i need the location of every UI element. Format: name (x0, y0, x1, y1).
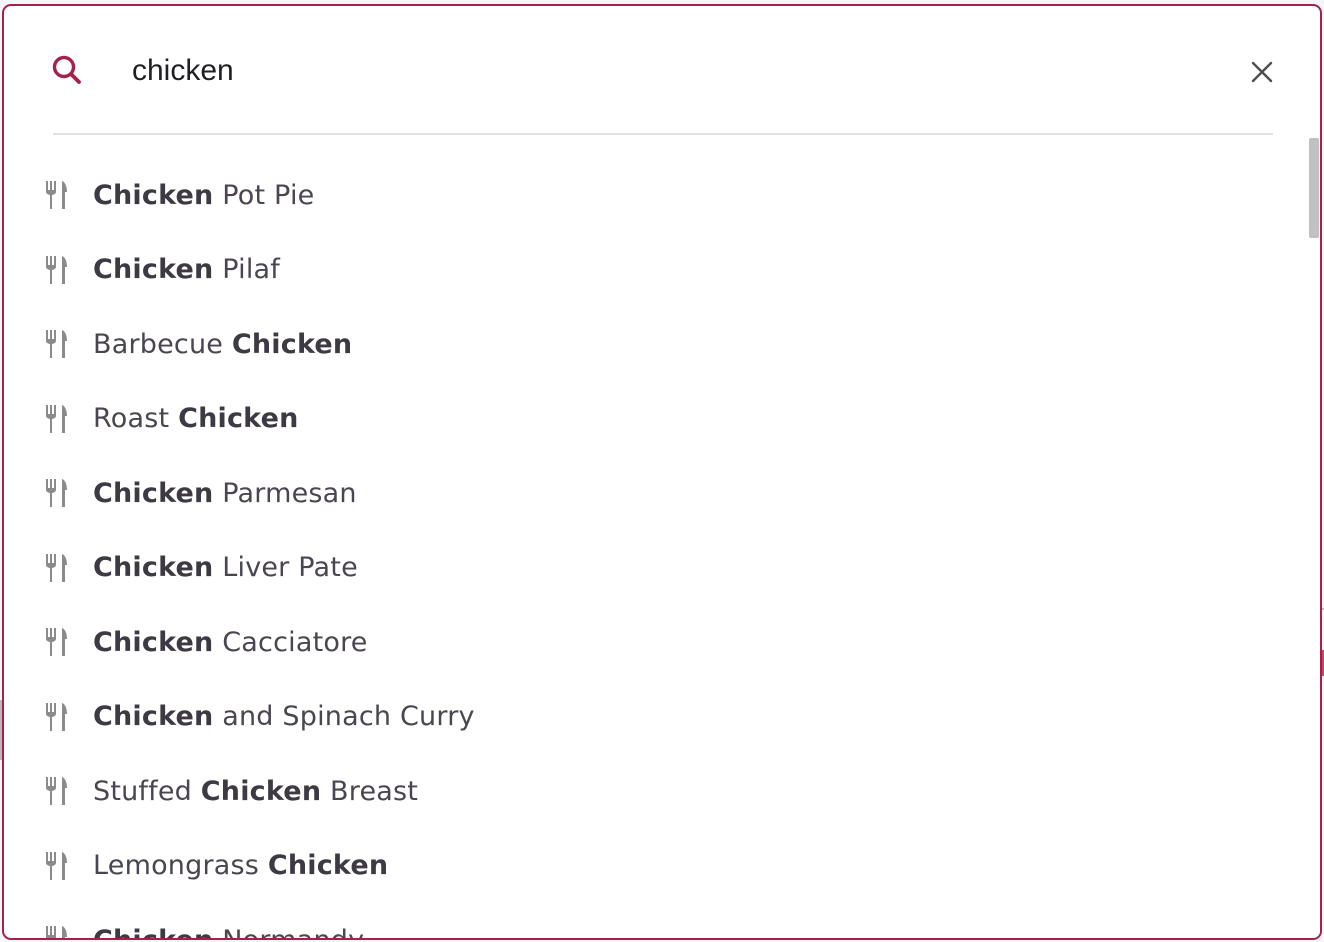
result-text-before: Roast (93, 403, 179, 434)
fork-knife-icon (44, 329, 70, 359)
result-match-highlight: Chicken (93, 254, 214, 285)
scrollbar-thumb[interactable] (1309, 138, 1319, 238)
result-item[interactable]: Chicken Pilaf (4, 233, 1308, 307)
result-text-after: Liver Pate (213, 552, 358, 583)
header-divider (53, 133, 1273, 135)
result-label: Lemongrass Chicken (93, 850, 388, 881)
result-match-highlight: Chicken (93, 552, 214, 583)
result-match-highlight: Chicken (93, 925, 213, 939)
result-text-before: Barbecue (93, 328, 232, 360)
fork-knife-icon (44, 851, 70, 881)
search-icon[interactable] (50, 53, 84, 87)
result-text-after: Cacciatore (213, 626, 368, 658)
search-header (4, 6, 1320, 136)
result-label: Chicken Liver Pate (93, 552, 358, 583)
search-input[interactable] (132, 48, 1212, 94)
result-text-after: Pot Pie (213, 179, 315, 211)
fork-knife-icon (44, 702, 70, 732)
result-text-before: Stuffed (93, 775, 201, 807)
fork-knife-icon (44, 925, 70, 938)
result-item[interactable]: Barbecue Chicken (4, 307, 1308, 381)
result-match-highlight: Chicken (93, 701, 214, 732)
result-text-after: Breast (321, 775, 419, 807)
result-item[interactable]: Chicken and Spinach Curry (4, 680, 1308, 754)
result-item[interactable]: Chicken Liver Pate (4, 531, 1308, 605)
fork-knife-icon (44, 627, 70, 657)
search-dialog: Chicken Pot PieChicken PilafBarbecue Chi… (2, 4, 1322, 940)
close-icon[interactable] (1244, 54, 1280, 90)
fork-knife-icon (44, 478, 70, 508)
result-match-highlight: Chicken (231, 328, 353, 360)
result-item[interactable]: Lemongrass Chicken (4, 829, 1308, 903)
result-item[interactable]: Chicken Pot Pie (4, 158, 1308, 232)
result-text-after: Normandy (213, 925, 364, 939)
results-list: Chicken Pot Pie Chicken Pilaf Barbecue Chi… (4, 136, 1308, 938)
result-item[interactable]: Stuffed Chicken Breast (4, 754, 1308, 828)
result-match-highlight: Chicken (178, 403, 299, 434)
fork-knife-icon (44, 255, 70, 285)
result-label: Chicken Normandy (93, 925, 364, 939)
result-item[interactable]: Chicken Cacciatore (4, 605, 1308, 679)
result-match-highlight: Chicken (93, 477, 214, 509)
result-label: Chicken Cacciatore (93, 627, 368, 658)
scrollbar-track[interactable] (1308, 136, 1320, 938)
result-text-after: Parmesan (213, 477, 357, 509)
result-match-highlight: Chicken (93, 179, 214, 211)
result-label: Roast Chicken (93, 403, 299, 434)
result-label: Chicken and Spinach Curry (93, 701, 475, 732)
result-text-after: and Spinach Curry (213, 701, 475, 732)
fork-knife-icon (44, 776, 70, 806)
result-match-highlight: Chicken (267, 850, 389, 881)
result-item[interactable]: Chicken Normandy (4, 903, 1308, 938)
result-match-highlight: Chicken (200, 775, 322, 807)
result-item[interactable]: Chicken Parmesan (4, 456, 1308, 530)
result-label: Stuffed Chicken Breast (93, 776, 418, 807)
result-label: Chicken Parmesan (93, 478, 357, 509)
result-text-before: Lemongrass (93, 850, 268, 881)
result-label: Barbecue Chicken (93, 329, 352, 360)
result-label: Chicken Pilaf (93, 254, 280, 285)
result-label: Chicken Pot Pie (93, 180, 314, 211)
fork-knife-icon (44, 404, 70, 434)
fork-knife-icon (44, 180, 70, 210)
fork-knife-icon (44, 553, 70, 583)
result-match-highlight: Chicken (93, 626, 214, 658)
result-text-after: Pilaf (213, 254, 280, 285)
result-item[interactable]: Roast Chicken (4, 382, 1308, 456)
